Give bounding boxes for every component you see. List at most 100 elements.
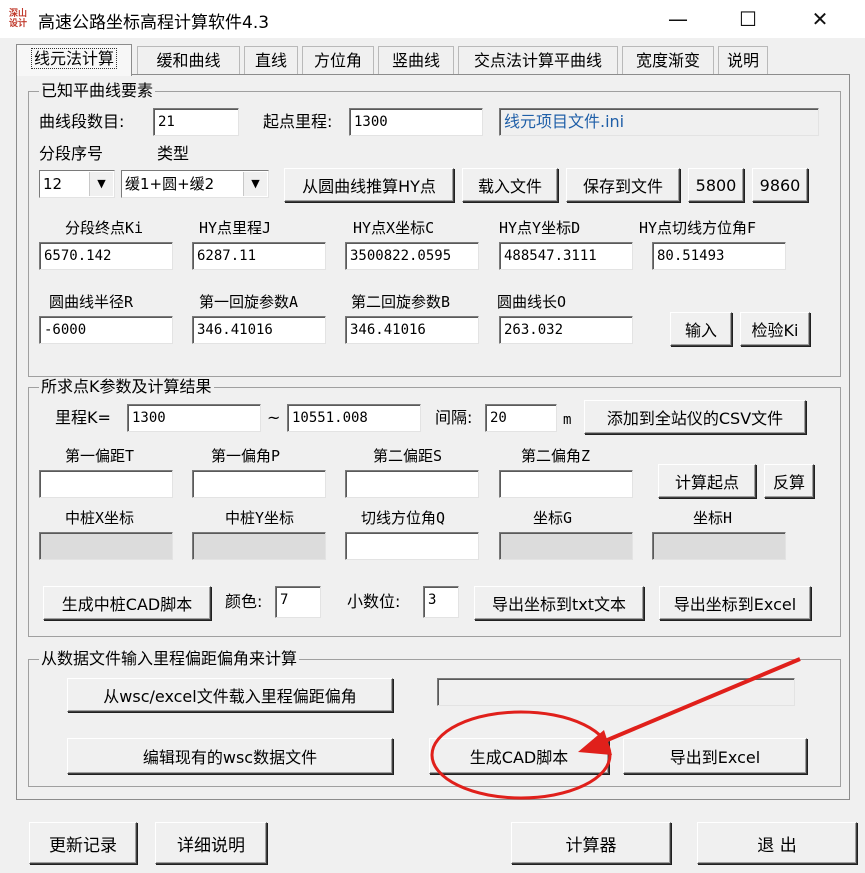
file-calc-group: 从数据文件输入里程偏距偏角来计算 从wsc/excel文件载入里程偏距偏角 编辑… [28,649,841,787]
x-coord-label: 中桩X坐标 [65,509,135,527]
load-wsc-button[interactable]: 从wsc/excel文件载入里程偏距偏角 [67,678,393,712]
ki-label: 分段终点Ki [65,219,144,237]
a-label: 第一回旋参数A [199,293,299,311]
calc-9860-button[interactable]: 9860 [752,168,808,202]
known-curve-group: 已知平曲线要素 曲线段数目: 21 起点里程: 1300 线元项目文件.ini … [28,81,841,377]
tab-line-element[interactable]: 线元法计算 [16,44,132,76]
coord-g-label: 坐标G [533,509,573,527]
group-title: 已知平曲线要素 [39,81,156,101]
offset-s-field[interactable] [345,470,479,498]
app-logo-icon: 深山 设计 [8,9,27,29]
station-from-field[interactable]: 1300 [127,404,261,432]
update-log-button[interactable]: 更新记录 [29,822,137,864]
export-excel-button[interactable]: 导出到Excel [623,738,807,774]
j-field[interactable]: 6287.11 [192,242,326,270]
c-field[interactable]: 3500822.0595 [345,242,479,270]
r-field[interactable]: -6000 [39,316,173,344]
azimuth-q-label: 切线方位角Q [361,509,446,527]
save-file-button[interactable]: 保存到文件 [566,168,680,202]
angle-z-label: 第二偏角Z [521,447,591,465]
tab-straight-line[interactable]: 直线 [244,46,298,74]
d-field[interactable]: 488547.3111 [499,242,633,270]
segment-count-field[interactable]: 21 [153,108,239,136]
tab-help[interactable]: 说明 [718,46,768,74]
r-label: 圆曲线半径R [49,293,134,311]
add-to-csv-button[interactable]: 添加到全站仪的CSV文件 [584,400,806,434]
f-field[interactable]: 80.51493 [652,242,786,270]
coord-h-field [652,532,786,560]
interval-field[interactable]: 20 [485,404,557,432]
offset-s-label: 第二偏距S [373,447,443,465]
segment-type-value: 缓1+圆+缓2 [125,175,215,193]
y-coord-label: 中桩Y坐标 [225,509,295,527]
tab-intersection-method[interactable]: 交点法计算平曲线 [458,46,618,74]
tab-panel: 已知平曲线要素 曲线段数目: 21 起点里程: 1300 线元项目文件.ini … [16,74,850,800]
export-coord-excel-button[interactable]: 导出坐标到Excel [659,586,811,620]
calculator-button[interactable]: 计算器 [511,822,671,864]
exit-button[interactable]: 退 出 [697,822,857,864]
reverse-calc-button[interactable]: 反算 [764,464,814,498]
segment-count-label: 曲线段数目: [39,112,125,131]
window-title: 高速公路坐标高程计算软件4.3 [38,13,270,33]
offset-t-field[interactable] [39,470,173,498]
azimuth-q-field[interactable] [345,532,479,560]
o-label: 圆曲线长O [497,293,567,311]
b-field[interactable]: 346.41016 [345,316,479,344]
segment-seq-label: 分段序号 [39,144,104,163]
gen-cad-button[interactable]: 生成CAD脚本 [429,738,609,774]
calc-5800-button[interactable]: 5800 [688,168,744,202]
angle-p-field[interactable] [192,470,326,498]
calc-hy-from-circle-button[interactable]: 从圆曲线推算HY点 [284,168,454,202]
d-label: HY点Y坐标D [499,219,581,237]
b-label: 第二回旋参数B [351,293,451,311]
chevron-down-icon[interactable]: ▼ [243,172,267,196]
o-field[interactable]: 263.032 [499,316,633,344]
group-title: 从数据文件输入里程偏距偏角来计算 [39,649,300,669]
group-title: 所求点K参数及计算结果 [39,377,214,397]
tab-bar: 线元法计算 缓和曲线 直线 方位角 竖曲线 交点法计算平曲线 宽度渐变 说明 [16,44,768,76]
f-label: HY点切线方位角F [639,219,757,237]
gen-center-cad-button[interactable]: 生成中桩CAD脚本 [43,586,211,620]
segment-type-select[interactable]: 缓1+圆+缓2 ▼ [121,170,269,198]
tab-width-transition[interactable]: 宽度渐变 [622,46,714,74]
y-coord-field [192,532,326,560]
station-to-field[interactable]: 10551.008 [287,404,421,432]
minimize-button[interactable]: — [650,0,706,38]
decimals-label: 小数位: [347,592,401,611]
project-file-field[interactable]: 线元项目文件.ini [499,108,819,136]
query-result-group: 所求点K参数及计算结果 里程K= 1300 ~ 10551.008 间隔: 20… [28,377,841,637]
input-button[interactable]: 输入 [670,312,732,346]
color-field[interactable]: 7 [275,586,321,618]
calc-start-button[interactable]: 计算起点 [658,464,756,498]
segment-seq-select[interactable]: 12 ▼ [39,170,115,198]
chevron-down-icon[interactable]: ▼ [89,172,113,196]
details-button[interactable]: 详细说明 [155,822,267,864]
maximize-button[interactable]: ☐ [720,0,776,38]
segment-seq-value: 12 [43,175,63,193]
start-station-field[interactable]: 1300 [349,108,483,136]
load-file-button[interactable]: 载入文件 [462,168,558,202]
coord-g-field [499,532,633,560]
title-bar: 深山 设计 高速公路坐标高程计算软件4.3 — ☐ ✕ [0,0,865,38]
tab-transition-curve[interactable]: 缓和曲线 [137,46,240,74]
close-button[interactable]: ✕ [792,0,848,38]
offset-t-label: 第一偏距T [65,447,135,465]
j-label: HY点里程J [199,219,272,237]
tab-azimuth[interactable]: 方位角 [302,46,374,74]
a-field[interactable]: 346.41016 [192,316,326,344]
angle-p-label: 第一偏角P [211,447,281,465]
segment-type-label: 类型 [157,144,190,163]
decimals-field[interactable]: 3 [423,586,459,618]
ki-field[interactable]: 6570.142 [39,242,173,270]
angle-z-field[interactable] [499,470,633,498]
edit-wsc-button[interactable]: 编辑现有的wsc数据文件 [67,738,393,774]
interval-unit: m [563,412,572,428]
coord-h-label: 坐标H [693,509,733,527]
interval-label: 间隔: [435,408,473,427]
color-label: 颜色: [225,592,263,611]
start-station-label: 起点里程: [263,112,333,131]
station-tilde: ~ [267,408,281,427]
tab-vertical-curve[interactable]: 竖曲线 [378,46,454,74]
export-txt-button[interactable]: 导出坐标到txt文本 [474,586,644,620]
check-ki-button[interactable]: 检验Ki [740,312,810,346]
